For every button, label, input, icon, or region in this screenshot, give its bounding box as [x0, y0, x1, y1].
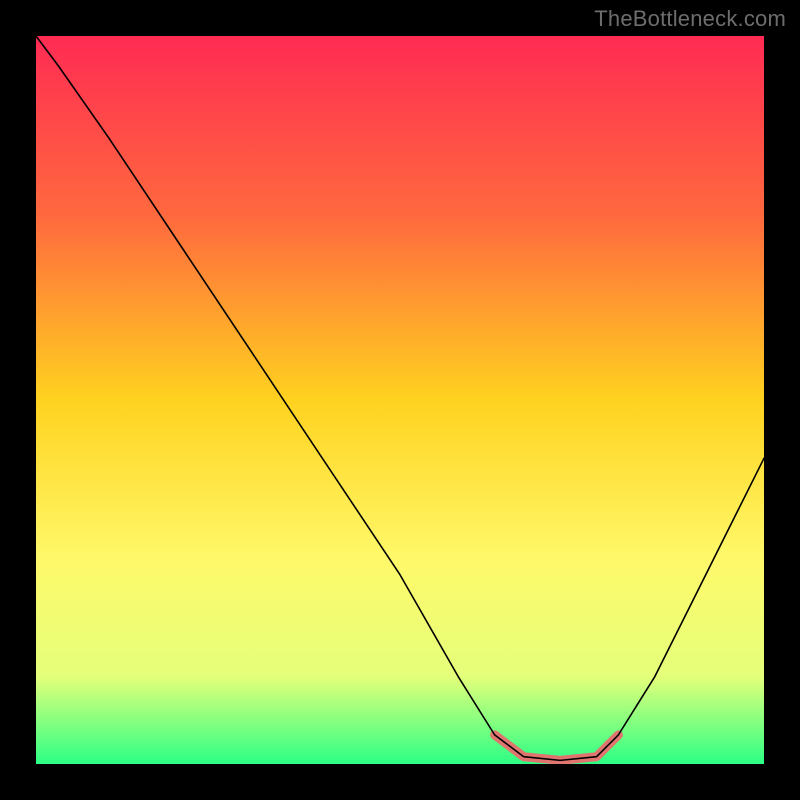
chart-frame: TheBottleneck.com [0, 0, 800, 800]
gradient-background [36, 36, 764, 764]
plot-area [36, 36, 764, 764]
chart-svg [36, 36, 764, 764]
watermark: TheBottleneck.com [594, 6, 786, 32]
